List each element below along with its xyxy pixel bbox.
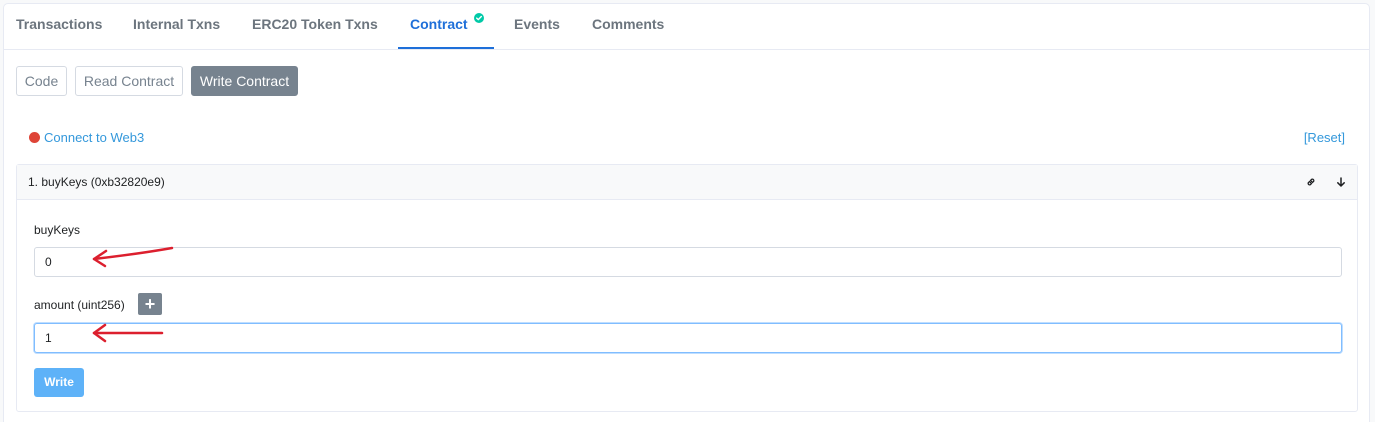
link-icon[interactable] [1305, 176, 1317, 188]
plus-icon[interactable]: + [138, 293, 162, 315]
tab-erc20-token-txns[interactable]: ERC20 Token Txns [252, 4, 378, 49]
tab-bar: Transactions Internal Txns ERC20 Token T… [4, 4, 1369, 50]
payable-label: buyKeys [34, 223, 81, 237]
connect-web3-link[interactable]: Connect to Web3 [29, 130, 144, 146]
method-panel: 1. buyKeys (0xb32820e9) buyKeys amount (… [16, 164, 1358, 412]
tab-contract-label: Contract [410, 16, 468, 32]
tab-transactions[interactable]: Transactions [16, 4, 102, 49]
method-title[interactable]: 1. buyKeys (0xb32820e9) [28, 165, 165, 200]
tab-events[interactable]: Events [514, 4, 560, 49]
status-dot-icon [29, 132, 40, 143]
arrow-down-icon[interactable] [1335, 176, 1347, 188]
verified-check-icon [474, 13, 484, 23]
tab-comments[interactable]: Comments [592, 4, 664, 49]
amount-label: amount (uint256) [34, 298, 125, 312]
reset-link[interactable]: [Reset] [1304, 130, 1345, 146]
code-button[interactable]: Code [16, 66, 67, 96]
connect-web3-label: Connect to Web3 [44, 130, 145, 145]
tab-internal-txns[interactable]: Internal Txns [133, 4, 220, 49]
amount-input[interactable] [34, 323, 1342, 353]
payable-value-input[interactable] [34, 247, 1342, 277]
read-contract-button[interactable]: Read Contract [75, 66, 183, 96]
write-button[interactable]: Write [34, 368, 84, 397]
tab-contract[interactable]: Contract [398, 4, 494, 49]
write-contract-button[interactable]: Write Contract [191, 66, 298, 96]
method-header[interactable]: 1. buyKeys (0xb32820e9) [17, 165, 1357, 200]
contract-card: Transactions Internal Txns ERC20 Token T… [3, 3, 1370, 422]
